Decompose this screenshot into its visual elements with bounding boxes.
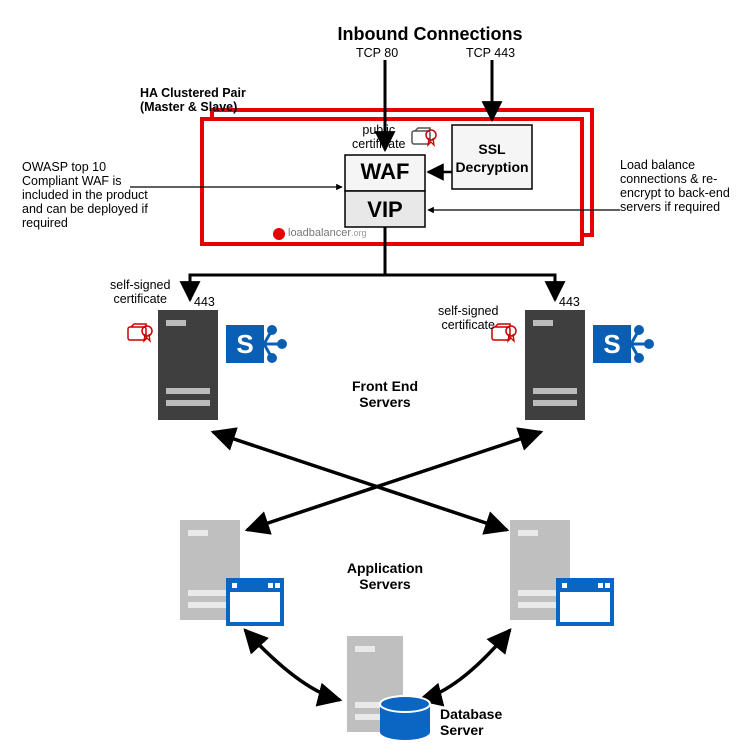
brand-label: loadbalancer (288, 227, 351, 239)
database-server-label: Database Server (440, 706, 560, 738)
database-icon (380, 696, 430, 740)
arrow-app-db-left (245, 630, 340, 700)
self-cert-label-left: self-signed certificate (110, 278, 170, 306)
port-label-tcp80: TCP 80 (356, 46, 398, 60)
port-443-left: 443 (194, 295, 215, 309)
arrow-fe-app-1 (213, 432, 507, 530)
app-window-icon (228, 580, 282, 624)
svg-text:S: S (603, 329, 620, 359)
self-cert-label-right: self-signed certificate (438, 304, 498, 332)
sharepoint-icon: S (593, 325, 654, 363)
port-label-tcp443: TCP 443 (466, 46, 515, 60)
app-window-icon (558, 580, 612, 624)
vip-label: VIP (345, 197, 425, 223)
certificate-icon (128, 324, 152, 341)
application-servers-label: Application Servers (320, 560, 450, 592)
diagram-title: Inbound Connections (300, 24, 560, 45)
frontend-servers-label: Front End Servers (310, 378, 460, 410)
server-icon (158, 310, 218, 420)
ssl-label: SSL Decryption (452, 140, 532, 176)
note-owasp: OWASP top 10 Compliant WAF is included i… (22, 160, 152, 230)
waf-label: WAF (345, 159, 425, 185)
arrow-app-db-right (420, 630, 510, 700)
note-loadbalance: Load balance connections & re-encrypt to… (620, 158, 740, 214)
ha-pair-label: HA Clustered Pair (Master & Slave) (140, 86, 246, 114)
server-icon (525, 310, 585, 420)
arrow-fe-app-2 (247, 432, 541, 530)
svg-text:S: S (236, 329, 253, 359)
port-443-right: 443 (559, 295, 580, 309)
sharepoint-icon: S (226, 325, 287, 363)
brand-dot-icon (273, 228, 285, 240)
arrow-vip-fe-right (385, 275, 555, 300)
public-cert-label: public certificate (352, 123, 406, 151)
